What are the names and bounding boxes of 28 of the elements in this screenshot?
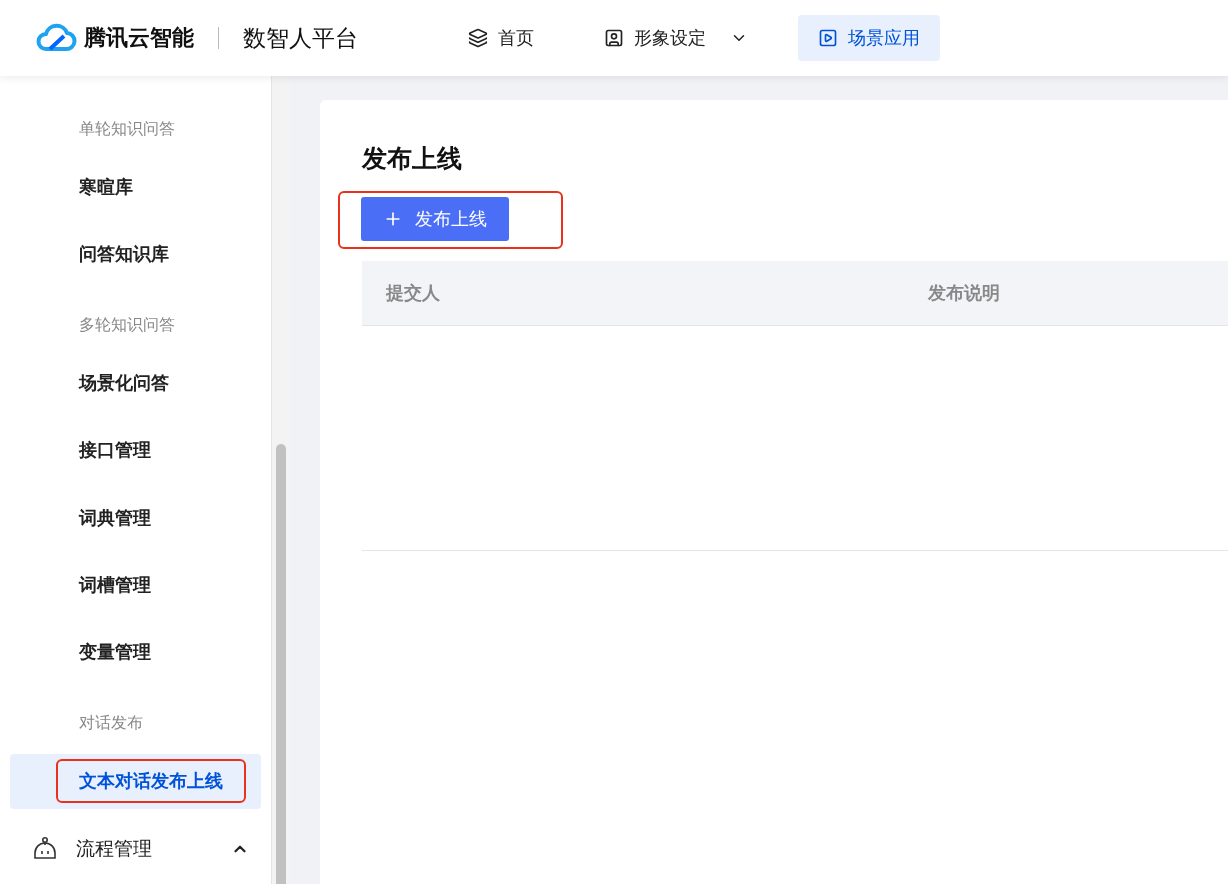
product-name: 数智人平台 xyxy=(243,23,358,53)
page-title: 发布上线 xyxy=(362,143,463,175)
sidebar-item[interactable]: 场景化问答 xyxy=(10,355,262,411)
sidebar-item[interactable]: 寒暄库 xyxy=(10,159,262,215)
group-label: 对话发布 xyxy=(78,712,144,735)
nav-tab[interactable]: 首页 xyxy=(448,15,554,61)
publish-button[interactable]: 发布上线 xyxy=(361,197,509,241)
menu-label: 流程管理 xyxy=(76,836,153,862)
sidebar-item[interactable]: 变量管理 xyxy=(10,624,262,681)
column-header: 发布说明 xyxy=(927,281,1001,305)
brand-name: 腾讯云智能 xyxy=(84,24,194,52)
sidebar-item[interactable]: 词槽管理 xyxy=(10,557,262,613)
highlight-frame: 文本对话发布上线 xyxy=(56,759,246,804)
sidebar-item[interactable]: 文本对话发布上线 xyxy=(10,753,262,809)
sidebar-item[interactable]: 问答知识库 xyxy=(10,226,262,283)
column-header: 提交人 xyxy=(385,281,441,305)
portrait-icon xyxy=(604,28,624,48)
group-label: 单轮知识问答 xyxy=(78,118,176,141)
sidebar-menu[interactable]: 流程管理 xyxy=(0,814,272,884)
group-label: 多轮知识问答 xyxy=(78,314,176,337)
sidebar-item[interactable]: 词典管理 xyxy=(10,490,262,546)
play-icon xyxy=(818,28,838,48)
cloud-logo-icon xyxy=(34,23,78,53)
sidebar-item[interactable]: 接口管理 xyxy=(10,422,262,479)
nav-tab[interactable]: 形象设定 xyxy=(584,15,768,61)
layers-icon xyxy=(468,28,488,48)
scrollbar-thumb[interactable] xyxy=(276,444,287,884)
nav-tab[interactable]: 场景应用 xyxy=(798,15,940,61)
